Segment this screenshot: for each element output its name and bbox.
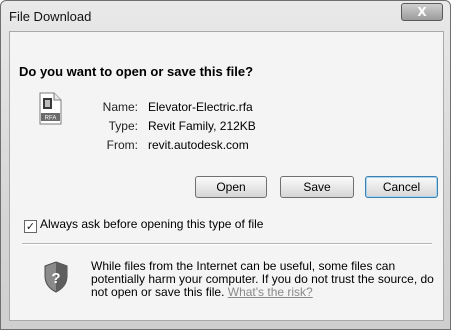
security-warning: While files from the Internet can be use… (91, 260, 436, 299)
shield-icon: ? (44, 261, 68, 293)
title-bar[interactable]: File Download X (1, 1, 450, 31)
type-value: Revit Family, 212KB (148, 119, 256, 133)
file-name-row: Name: Elevator-Electric.rfa (80, 98, 256, 117)
cancel-button[interactable]: Cancel (365, 176, 438, 198)
name-label: Name: (102, 100, 138, 114)
always-ask-row[interactable]: ✓ Always ask before opening this type of … (24, 217, 263, 233)
dialog-body: Do you want to open or save this file? R… (9, 31, 444, 321)
from-value: revit.autodesk.com (148, 138, 249, 152)
dialog-question: Do you want to open or save this file? (19, 64, 254, 79)
svg-text:?: ? (51, 270, 60, 287)
file-type-row: Type: Revit Family, 212KB (80, 117, 256, 136)
file-info: Name: Elevator-Electric.rfa Type: Revit Fa… (80, 98, 256, 155)
file-icon: RFA (39, 92, 62, 125)
file-icon-label: RFA (45, 116, 57, 122)
open-button[interactable]: Open (195, 176, 267, 198)
check-icon: ✓ (25, 220, 36, 233)
divider (22, 243, 432, 245)
whats-the-risk-link[interactable]: What's the risk? (228, 285, 313, 299)
name-value: Elevator-Electric.rfa (148, 100, 253, 114)
always-ask-label: Always ask before opening this type of f… (40, 217, 264, 231)
from-label: From: (106, 138, 138, 152)
save-button[interactable]: Save (280, 176, 354, 198)
window-title: File Download (9, 9, 92, 24)
type-label: Type: (108, 119, 138, 133)
always-ask-checkbox[interactable]: ✓ (24, 220, 37, 233)
close-icon: X (417, 5, 427, 19)
file-from-row: From: revit.autodesk.com (80, 136, 256, 155)
close-button[interactable]: X (401, 3, 443, 21)
file-download-window: File Download X Do you want to open or s… (0, 0, 451, 330)
